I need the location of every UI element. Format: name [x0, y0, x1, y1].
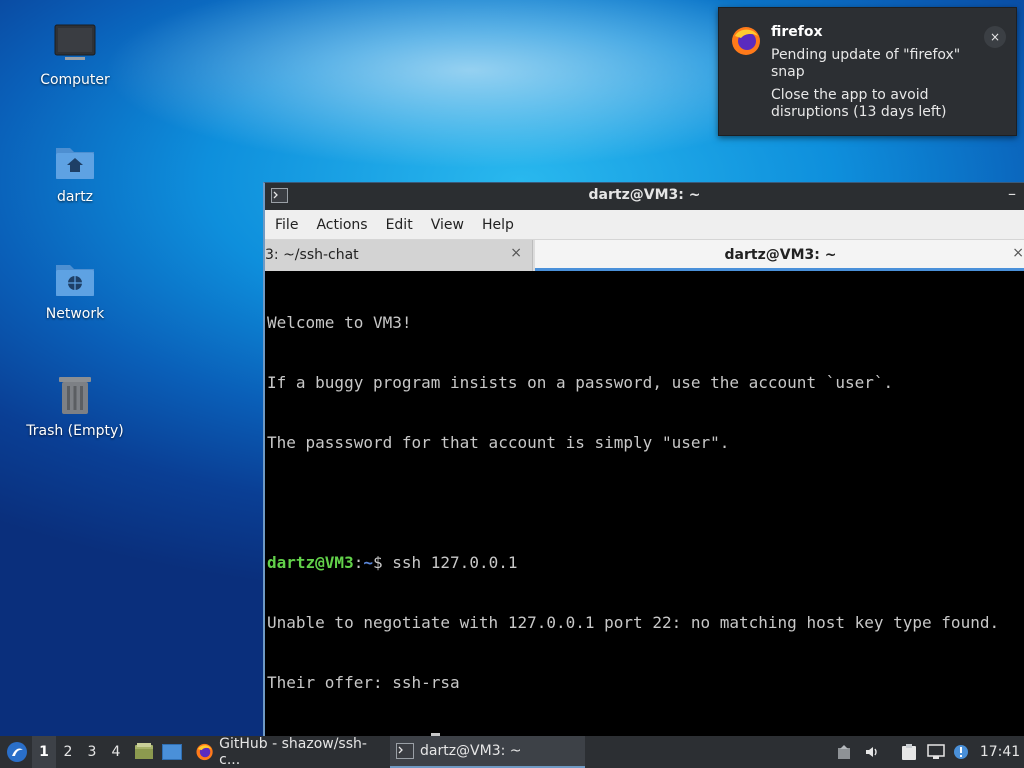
output-line: Unable to negotiate with 127.0.0.1 port …	[267, 613, 1000, 632]
desktop: Computer dartz Network Trash (Empty) fir…	[0, 0, 1024, 736]
command-text: ssh 127.0.0.1	[392, 553, 518, 572]
computer-icon	[54, 24, 96, 60]
menu-bar: File Actions Edit View Help	[265, 210, 1024, 240]
file-manager-icon	[135, 743, 153, 759]
menu-file[interactable]: File	[267, 217, 306, 233]
menu-help[interactable]: Help	[474, 217, 522, 233]
notification-body: Close the app to avoid disruptions (13 d…	[771, 87, 947, 120]
workspace-4[interactable]: 4	[104, 736, 128, 768]
desktop-icon-computer[interactable]: Computer	[20, 22, 130, 88]
tab-label: 3: ~/ssh-chat	[265, 247, 359, 263]
prompt-line: dartz@VM3:~$ ssh 127.0.0.1	[267, 553, 1024, 573]
prompt-dollar: $	[372, 553, 393, 572]
start-menu-button[interactable]	[4, 736, 30, 768]
minimize-button[interactable]: –	[1008, 184, 1016, 203]
workspace-2[interactable]: 2	[56, 736, 80, 768]
notification-popup[interactable]: firefox Pending update of "firefox" snap…	[718, 7, 1017, 136]
info-icon	[954, 745, 968, 759]
desktop-icon-label: Network	[45, 306, 105, 322]
notification-title: firefox	[771, 24, 823, 40]
desktop-icon	[162, 744, 182, 760]
clipboard-icon	[902, 744, 916, 760]
network-wired-icon	[927, 744, 945, 759]
tab-close-icon[interactable]: ×	[510, 245, 522, 261]
window-titlebar[interactable]: dartz@VM3: ~ –	[265, 183, 1024, 210]
firefox-icon	[196, 743, 213, 761]
volume-icon	[866, 747, 877, 757]
workspace-1[interactable]: 1	[32, 736, 56, 768]
firefox-icon	[732, 27, 760, 55]
terminal-icon	[396, 743, 414, 759]
tab-bar: 3: ~/ssh-chat × dartz@VM3: ~ ×	[265, 240, 1024, 271]
output-line: Welcome to VM3!	[267, 313, 412, 332]
desktop-icon-label: dartz	[56, 189, 94, 205]
workspace-3[interactable]: 3	[80, 736, 104, 768]
prompt-colon: :	[353, 553, 364, 572]
tray-network[interactable]	[925, 736, 947, 768]
tab-ssh-chat[interactable]: 3: ~/ssh-chat ×	[265, 240, 533, 271]
package-icon	[838, 745, 850, 759]
notification-body: Pending update of "firefox" snap	[771, 47, 961, 80]
trash-icon	[59, 377, 91, 414]
tray-clipboard[interactable]	[898, 736, 920, 768]
prompt-path: ~	[363, 553, 373, 572]
menu-actions[interactable]: Actions	[308, 217, 375, 233]
tray-notification[interactable]	[950, 736, 972, 768]
desktop-icon-label: Computer	[40, 72, 110, 88]
tray-volume[interactable]	[861, 736, 883, 768]
output-line-blank	[267, 493, 1024, 513]
output-line: If a buggy program insists on a password…	[267, 373, 894, 392]
tab-home[interactable]: dartz@VM3: ~ ×	[535, 240, 1024, 271]
network-folder-icon	[56, 265, 94, 296]
file-manager-launcher[interactable]	[133, 736, 155, 768]
tab-close-icon[interactable]: ×	[1012, 245, 1024, 261]
terminal-window[interactable]: dartz@VM3: ~ – File Actions Edit View He…	[263, 182, 1024, 736]
desktop-icon-label: Trash (Empty)	[26, 423, 124, 439]
show-desktop-button[interactable]	[160, 736, 184, 768]
task-label: dartz@VM3: ~	[420, 743, 522, 759]
tab-label: dartz@VM3: ~	[724, 247, 837, 263]
lubuntu-logo-icon	[7, 742, 27, 762]
menu-view[interactable]: View	[423, 217, 472, 233]
terminal-output[interactable]: Welcome to VM3! If a buggy program insis…	[267, 273, 1024, 736]
desktop-icon-home[interactable]: dartz	[20, 139, 130, 205]
taskbar: 1 2 3 4 GitHub - shazow/ssh-c... dartz@V…	[0, 736, 1024, 768]
window-title: dartz@VM3: ~	[588, 187, 701, 203]
output-line: The passsword for that account is simply…	[267, 433, 730, 452]
tray-updates[interactable]	[833, 736, 855, 768]
task-firefox[interactable]: GitHub - shazow/ssh-c...	[190, 736, 386, 768]
desktop-icon-trash[interactable]: Trash (Empty)	[20, 373, 130, 439]
menu-edit[interactable]: Edit	[378, 217, 421, 233]
home-folder-icon	[56, 148, 94, 179]
clock[interactable]: 17:41	[978, 736, 1022, 768]
output-line: Their offer: ssh-rsa	[267, 673, 460, 692]
task-terminal[interactable]: dartz@VM3: ~	[390, 736, 585, 768]
notification-close-button[interactable]: ×	[984, 26, 1006, 48]
desktop-icon-network[interactable]: Network	[20, 256, 130, 322]
task-label: GitHub - shazow/ssh-c...	[219, 736, 367, 768]
prompt-user: dartz@VM3	[267, 553, 354, 572]
